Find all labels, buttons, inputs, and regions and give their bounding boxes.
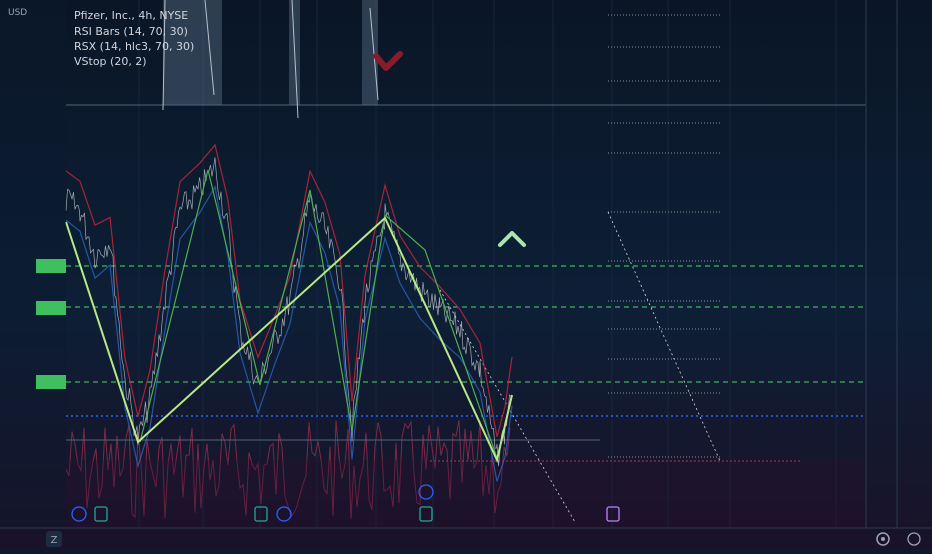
z-icon[interactable]: Z (46, 531, 62, 547)
legend-vstop[interactable]: VStop (20, 2) (74, 55, 147, 68)
price-chart[interactable]: USD Pfizer, Inc., 4h, NYSE RSI Bars (14,… (0, 0, 932, 550)
legend-currency: USD (8, 8, 27, 18)
legend-rsx[interactable]: RSX (14, hlc3, 70, 30) (74, 40, 194, 53)
legend-rsi-bars[interactable]: RSI Bars (14, 70, 30) (74, 25, 188, 38)
svg-text:Z: Z (51, 535, 58, 546)
price-tag-bg (36, 301, 66, 315)
chart-stage: USD Pfizer, Inc., 4h, NYSE RSI Bars (14,… (0, 0, 932, 550)
rsi-overbought-band (362, 0, 378, 105)
price-tag-bg (36, 259, 66, 273)
price-tag-bg (36, 375, 66, 389)
rsx-oversold-zone (66, 460, 866, 528)
legend-title[interactable]: Pfizer, Inc., 4h, NYSE (74, 9, 188, 22)
